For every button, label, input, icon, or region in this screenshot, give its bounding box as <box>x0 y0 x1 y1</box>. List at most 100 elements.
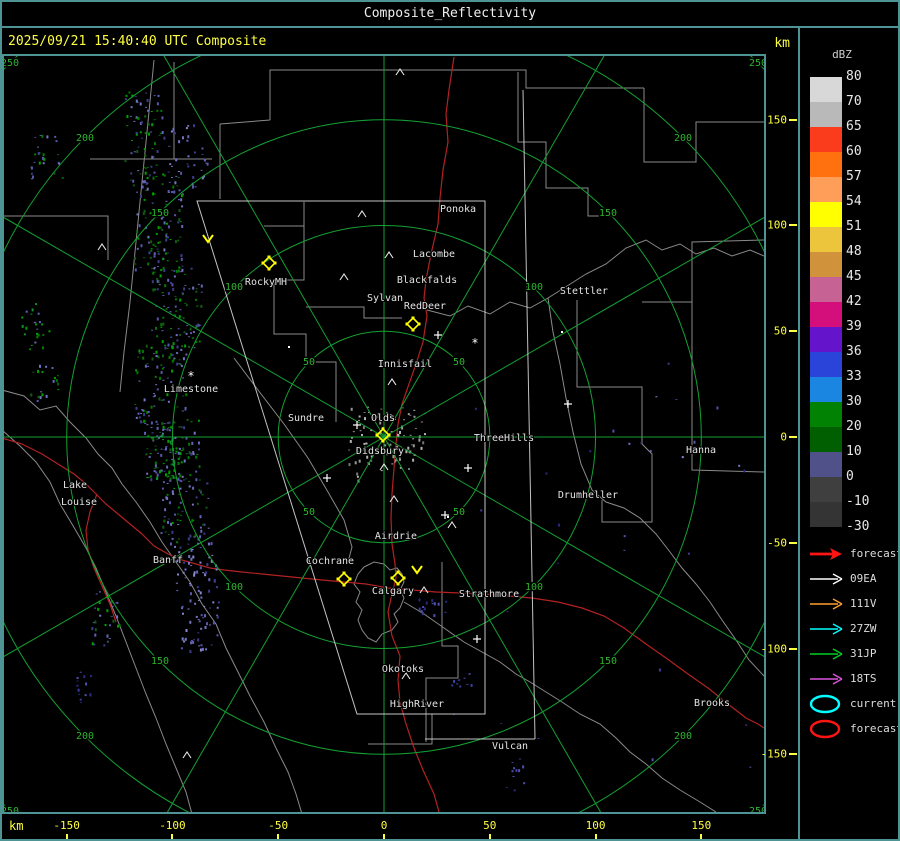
city-label: Strathmore <box>459 589 519 600</box>
radar-echo <box>116 615 119 619</box>
asterisk-marker: * <box>187 369 194 383</box>
radar-echo <box>84 694 87 697</box>
window-title: Composite_Reflectivity <box>363 6 537 21</box>
radar-echo <box>180 194 183 198</box>
radar-echo <box>185 304 188 307</box>
radar-echo <box>182 395 185 397</box>
radar-echo <box>155 384 158 386</box>
radar-echo <box>162 173 165 176</box>
right-axis-tick <box>789 647 797 650</box>
radar-echo <box>143 413 146 417</box>
radar-echo <box>80 701 83 703</box>
radar-echo <box>196 305 199 307</box>
radar-echo <box>193 164 196 167</box>
radar-echo <box>79 671 82 673</box>
radar-echo <box>160 364 163 366</box>
radar-echo <box>148 251 151 255</box>
radar-echo <box>134 404 137 405</box>
radar-echo <box>56 375 59 377</box>
range-ring-label: 100 <box>525 282 543 293</box>
radar-echo <box>54 135 57 138</box>
radar-echo <box>154 375 157 378</box>
radar-echo <box>108 638 111 639</box>
radar-site-marker <box>336 577 340 581</box>
radar-echo <box>418 607 421 611</box>
radar-canvas[interactable]: 50 50 50 50 100 100 100 100 150 150 150 150 200 200 20… <box>4 56 764 812</box>
radar-echo <box>197 638 200 642</box>
radar-echo <box>667 362 670 365</box>
radar-echo <box>162 295 165 296</box>
radar-echo <box>103 644 106 647</box>
legend-label: current <box>850 697 897 710</box>
radar-echo <box>420 421 423 423</box>
radar-echo <box>35 323 38 326</box>
range-ring-label: 50 <box>303 357 315 368</box>
city-label: Drumheller <box>558 490 618 501</box>
radar-echo <box>145 106 148 108</box>
radar-echo <box>137 412 140 415</box>
radar-echo <box>163 305 166 307</box>
dbz-scale-label: -10 <box>846 494 870 509</box>
bottom-axis-label: -150 <box>53 819 80 832</box>
radar-echo <box>155 350 158 354</box>
radar-map[interactable]: 50 50 50 50 100 100 100 100 150 150 150 150 200 200 20… <box>2 54 766 814</box>
radar-echo <box>200 627 203 630</box>
radar-echo <box>458 679 461 681</box>
radar-echo <box>407 413 410 416</box>
radar-echo <box>188 336 190 338</box>
radar-echo <box>162 322 165 326</box>
radar-echo <box>159 431 162 433</box>
radar-echo <box>147 109 150 112</box>
dbz-scale-box <box>810 152 842 177</box>
scale-title: dBZ <box>832 48 852 61</box>
radar-echo <box>197 419 200 422</box>
radar-echo <box>190 640 193 641</box>
radar-echo <box>188 561 190 565</box>
radar-echo <box>136 101 139 103</box>
radar-echo <box>185 353 188 356</box>
right-axis-tick <box>789 330 797 333</box>
legend-label: forecast <box>850 547 900 560</box>
radar-echo <box>162 525 165 529</box>
radar-echo <box>174 132 176 135</box>
radar-echo <box>171 369 174 373</box>
radar-echo <box>170 474 173 476</box>
radar-echo <box>160 323 163 327</box>
radar-echo <box>151 202 154 204</box>
radar-echo <box>174 305 177 308</box>
right-axis-label: -150 <box>760 747 788 761</box>
radar-echo <box>166 482 169 484</box>
radar-echo <box>184 637 187 641</box>
right-axis: 150 100 50 0 -50 -100 -150 <box>761 56 798 814</box>
radar-echo <box>356 475 359 478</box>
radar-echo <box>178 199 180 201</box>
radar-echo <box>193 431 196 435</box>
range-ring-label: 250 <box>4 806 19 812</box>
radar-echo <box>144 364 147 368</box>
radar-echo <box>45 394 48 398</box>
radar-echo <box>161 487 164 490</box>
radar-echo <box>148 241 150 244</box>
radar-echo <box>150 346 153 349</box>
radar-echo <box>42 162 45 165</box>
radar-echo <box>506 611 509 613</box>
radar-echo <box>76 684 79 687</box>
radar-echo <box>407 446 410 450</box>
radar-echo <box>412 438 415 440</box>
dbz-scale-box <box>810 227 842 252</box>
radar-site-marker <box>396 570 400 574</box>
bottom-axis-label: 0 <box>380 819 388 832</box>
radar-echo <box>422 606 425 608</box>
radar-echo <box>133 120 136 122</box>
radar-echo <box>192 555 195 559</box>
radar-echo <box>192 486 195 490</box>
radar-echo <box>193 124 195 128</box>
radar-echo <box>169 281 172 284</box>
radar-echo <box>165 307 168 310</box>
radar-echo <box>169 311 172 313</box>
radar-echo <box>141 137 144 139</box>
radar-echo <box>40 391 43 393</box>
radar-echo <box>95 593 98 595</box>
radar-echo <box>195 470 198 473</box>
radar-echo <box>192 640 195 644</box>
